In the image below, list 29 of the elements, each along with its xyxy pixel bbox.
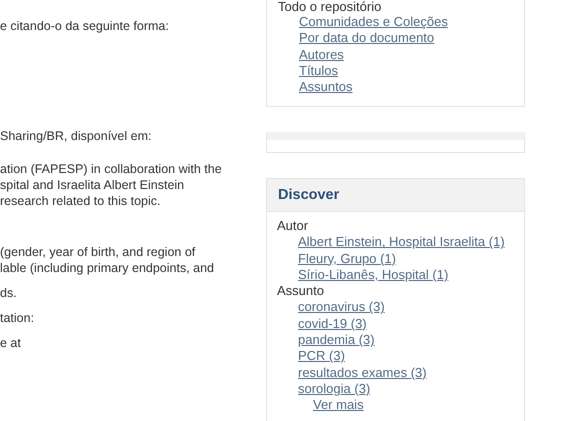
text-line: lable (including primary endpoints, and	[0, 260, 214, 276]
facet-link[interactable]: Fleury, Grupo (1)	[298, 250, 396, 267]
facet-label: Autor	[277, 218, 308, 234]
facet-link[interactable]: Albert Einstein, Hospital Israelita (1)	[298, 234, 505, 251]
browse-link[interactable]: Comunidades e Coleções	[299, 14, 448, 30]
browse-link[interactable]: Assuntos	[299, 79, 352, 96]
panel-heading: Todo o repositório	[278, 0, 382, 14]
browse-link[interactable]: Autores	[299, 46, 344, 63]
text-line: Sharing/BR, disponível em:	[0, 128, 152, 144]
panel-title: Discover	[278, 187, 340, 203]
text-line: e at	[0, 335, 21, 351]
text-line: e citando-o da seguinte forma:	[0, 18, 169, 34]
facet-link[interactable]: coronavirus (3)	[298, 299, 385, 316]
text-line: tation:	[0, 310, 34, 326]
browse-link[interactable]: Títulos	[299, 62, 338, 80]
facet-link[interactable]: Sírio-Libanês, Hospital (1)	[298, 266, 448, 284]
text-line: ds.	[0, 285, 17, 301]
facet-label: Assunto	[277, 283, 324, 300]
more-link[interactable]: Ver mais	[313, 397, 364, 414]
facet-link[interactable]: PCR (3)	[298, 348, 345, 365]
facet-link[interactable]: sorologia (3)	[298, 380, 370, 398]
text-line: ation (FAPESP) in collaboration with the	[0, 161, 222, 177]
browse-link[interactable]: Por data do documento	[299, 30, 434, 47]
text-line: (gender, year of birth, and region of	[0, 244, 196, 260]
facet-link[interactable]: resultados exames (3)	[298, 364, 427, 381]
text-line: research related to this topic.	[0, 193, 160, 209]
text-line: spital and Israelita Albert Einstein	[0, 177, 184, 193]
facet-link[interactable]: pandemia (3)	[298, 332, 375, 348]
facet-link[interactable]: covid-19 (3)	[298, 316, 367, 332]
